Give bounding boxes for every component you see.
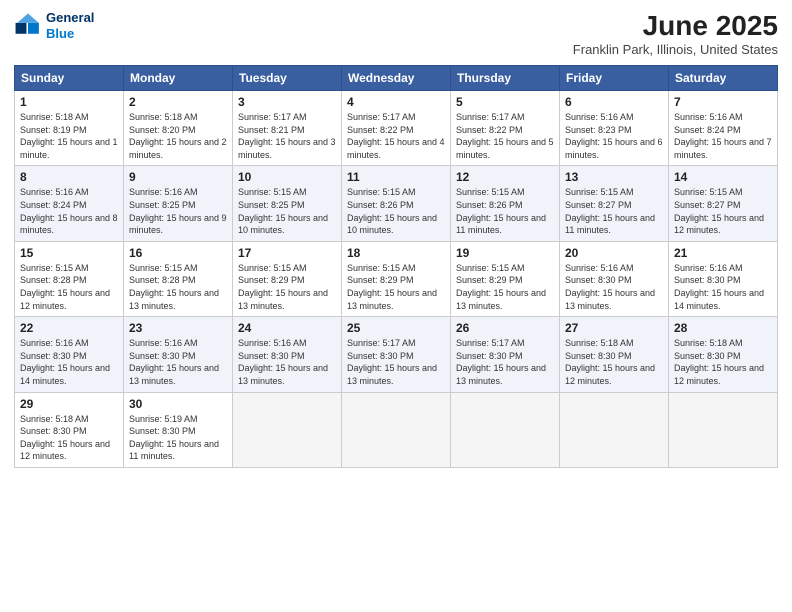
day-9: 9 Sunrise: 5:16 AMSunset: 8:25 PMDayligh… bbox=[124, 166, 233, 241]
week-row-1: 1 Sunrise: 5:18 AMSunset: 8:19 PMDayligh… bbox=[15, 91, 778, 166]
day-13: 13 Sunrise: 5:15 AMSunset: 8:27 PMDaylig… bbox=[560, 166, 669, 241]
day-23: 23 Sunrise: 5:16 AMSunset: 8:30 PMDaylig… bbox=[124, 317, 233, 392]
day-22: 22 Sunrise: 5:16 AMSunset: 8:30 PMDaylig… bbox=[15, 317, 124, 392]
week-row-3: 15 Sunrise: 5:15 AMSunset: 8:28 PMDaylig… bbox=[15, 241, 778, 316]
week-row-5: 29 Sunrise: 5:18 AMSunset: 8:30 PMDaylig… bbox=[15, 392, 778, 467]
day-30: 30 Sunrise: 5:19 AMSunset: 8:30 PMDaylig… bbox=[124, 392, 233, 467]
header-saturday: Saturday bbox=[669, 66, 778, 91]
day-14: 14 Sunrise: 5:15 AMSunset: 8:27 PMDaylig… bbox=[669, 166, 778, 241]
logo-line1: General bbox=[46, 10, 94, 26]
day-8: 8 Sunrise: 5:16 AMSunset: 8:24 PMDayligh… bbox=[15, 166, 124, 241]
day-7: 7 Sunrise: 5:16 AMSunset: 8:24 PMDayligh… bbox=[669, 91, 778, 166]
empty-cell-5 bbox=[669, 392, 778, 467]
day-25: 25 Sunrise: 5:17 AMSunset: 8:30 PMDaylig… bbox=[342, 317, 451, 392]
day-10: 10 Sunrise: 5:15 AMSunset: 8:25 PMDaylig… bbox=[233, 166, 342, 241]
main-title: June 2025 bbox=[573, 10, 778, 42]
header-thursday: Thursday bbox=[451, 66, 560, 91]
week-row-4: 22 Sunrise: 5:16 AMSunset: 8:30 PMDaylig… bbox=[15, 317, 778, 392]
logo: General Blue bbox=[14, 10, 94, 41]
day-3: 3 Sunrise: 5:17 AMSunset: 8:21 PMDayligh… bbox=[233, 91, 342, 166]
day-19: 19 Sunrise: 5:15 AMSunset: 8:29 PMDaylig… bbox=[451, 241, 560, 316]
day-18: 18 Sunrise: 5:15 AMSunset: 8:29 PMDaylig… bbox=[342, 241, 451, 316]
weekday-header-row: Sunday Monday Tuesday Wednesday Thursday… bbox=[15, 66, 778, 91]
day-12: 12 Sunrise: 5:15 AMSunset: 8:26 PMDaylig… bbox=[451, 166, 560, 241]
day-11: 11 Sunrise: 5:15 AMSunset: 8:26 PMDaylig… bbox=[342, 166, 451, 241]
empty-cell-2 bbox=[342, 392, 451, 467]
day-24: 24 Sunrise: 5:16 AMSunset: 8:30 PMDaylig… bbox=[233, 317, 342, 392]
day-2: 2 Sunrise: 5:18 AMSunset: 8:20 PMDayligh… bbox=[124, 91, 233, 166]
header-sunday: Sunday bbox=[15, 66, 124, 91]
title-block: June 2025 Franklin Park, Illinois, Unite… bbox=[573, 10, 778, 57]
page: General Blue June 2025 Franklin Park, Il… bbox=[0, 0, 792, 612]
day-5: 5 Sunrise: 5:17 AMSunset: 8:22 PMDayligh… bbox=[451, 91, 560, 166]
day-21: 21 Sunrise: 5:16 AMSunset: 8:30 PMDaylig… bbox=[669, 241, 778, 316]
header-friday: Friday bbox=[560, 66, 669, 91]
day-6: 6 Sunrise: 5:16 AMSunset: 8:23 PMDayligh… bbox=[560, 91, 669, 166]
header-tuesday: Tuesday bbox=[233, 66, 342, 91]
day-20: 20 Sunrise: 5:16 AMSunset: 8:30 PMDaylig… bbox=[560, 241, 669, 316]
empty-cell-3 bbox=[451, 392, 560, 467]
day-4: 4 Sunrise: 5:17 AMSunset: 8:22 PMDayligh… bbox=[342, 91, 451, 166]
day-1: 1 Sunrise: 5:18 AMSunset: 8:19 PMDayligh… bbox=[15, 91, 124, 166]
subtitle: Franklin Park, Illinois, United States bbox=[573, 42, 778, 57]
day-27: 27 Sunrise: 5:18 AMSunset: 8:30 PMDaylig… bbox=[560, 317, 669, 392]
calendar-table: Sunday Monday Tuesday Wednesday Thursday… bbox=[14, 65, 778, 468]
day-29: 29 Sunrise: 5:18 AMSunset: 8:30 PMDaylig… bbox=[15, 392, 124, 467]
logo-icon bbox=[14, 12, 42, 40]
day-28: 28 Sunrise: 5:18 AMSunset: 8:30 PMDaylig… bbox=[669, 317, 778, 392]
week-row-2: 8 Sunrise: 5:16 AMSunset: 8:24 PMDayligh… bbox=[15, 166, 778, 241]
day-15: 15 Sunrise: 5:15 AMSunset: 8:28 PMDaylig… bbox=[15, 241, 124, 316]
empty-cell-1 bbox=[233, 392, 342, 467]
header-wednesday: Wednesday bbox=[342, 66, 451, 91]
day-26: 26 Sunrise: 5:17 AMSunset: 8:30 PMDaylig… bbox=[451, 317, 560, 392]
logo-line2: Blue bbox=[46, 26, 74, 41]
header: General Blue June 2025 Franklin Park, Il… bbox=[14, 10, 778, 57]
header-monday: Monday bbox=[124, 66, 233, 91]
day-16: 16 Sunrise: 5:15 AMSunset: 8:28 PMDaylig… bbox=[124, 241, 233, 316]
empty-cell-4 bbox=[560, 392, 669, 467]
logo-text: General Blue bbox=[46, 10, 94, 41]
day-17: 17 Sunrise: 5:15 AMSunset: 8:29 PMDaylig… bbox=[233, 241, 342, 316]
